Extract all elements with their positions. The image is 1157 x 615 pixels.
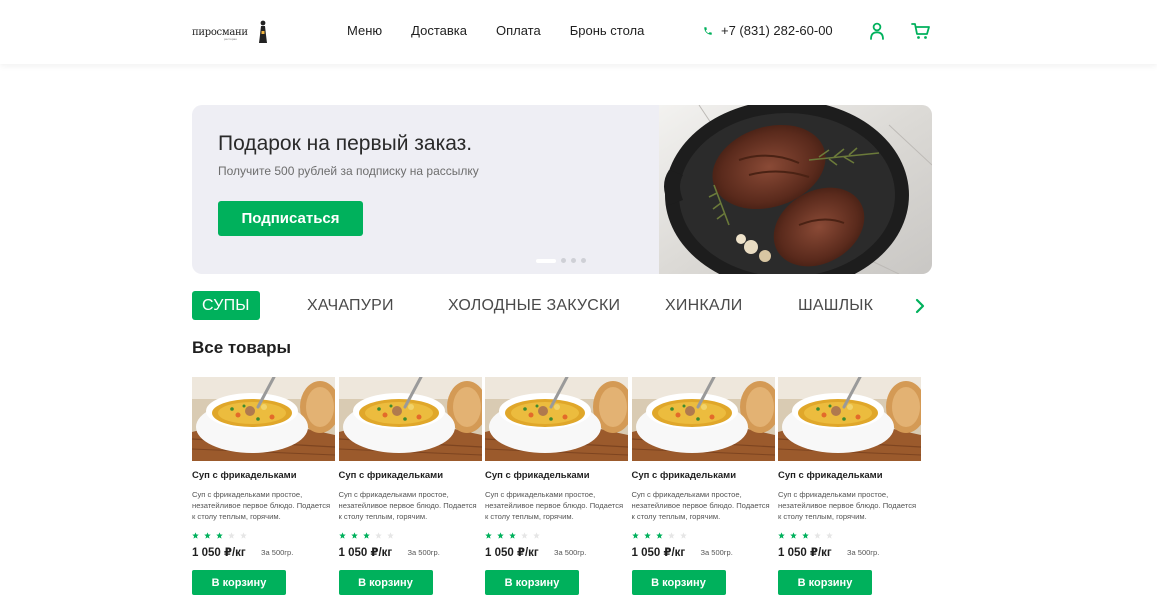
star-icon: [509, 532, 516, 539]
site-header: пиросмани ресторан Меню Доставка Оплата …: [0, 0, 1157, 64]
soup-image[interactable]: [338, 377, 482, 461]
star-icon: [790, 532, 797, 539]
star-icon: [374, 532, 382, 539]
soup-image[interactable]: [778, 377, 921, 461]
slider-dot[interactable]: [561, 258, 566, 263]
product-rating: [631, 532, 692, 539]
star-icon: [192, 532, 199, 539]
product-description: Суп с фрикадельками простое, незатейливо…: [338, 490, 477, 521]
product-price: 1 050 ₽/кг: [338, 547, 393, 559]
product-description: Суп с фрикадельками простое, незатейливо…: [778, 490, 917, 521]
product-weight: За 500гр.: [700, 548, 733, 557]
product-name[interactable]: Суп с фрикадельками: [339, 470, 444, 481]
star-icon: [362, 532, 370, 539]
star-icon: [643, 532, 651, 539]
product-weight: За 500гр.: [554, 548, 587, 557]
steak-pan-image: [659, 105, 932, 274]
product-price: 1 050 ₽/кг: [192, 547, 246, 559]
product-card: Суп с фрикадельками Суп с фрикадельками …: [338, 377, 482, 595]
star-icon: [485, 532, 492, 539]
product-weight: За 500гр.: [407, 548, 440, 557]
product-price: 1 050 ₽/кг: [485, 547, 539, 559]
product-rating: [778, 532, 838, 539]
product-card: Суп с фрикадельками Суп с фрикадельками …: [192, 377, 335, 595]
main-nav: Меню Доставка Оплата Бронь стола: [347, 23, 673, 38]
phone-icon: [704, 26, 712, 35]
product-card: Суп с фрикадельками Суп с фрикадельками …: [631, 377, 775, 595]
add-to-cart-button[interactable]: В корзину: [192, 570, 286, 595]
star-icon: [350, 532, 358, 539]
promo-banner: Подарок на первый заказ. Получите 500 ру…: [192, 105, 932, 274]
product-rating: [192, 532, 252, 539]
logo-subtitle: ресторан: [224, 37, 237, 41]
nav-item-delivery[interactable]: Доставка: [411, 23, 467, 38]
soup-image[interactable]: [485, 377, 628, 461]
star-icon: [240, 532, 247, 539]
nav-item-payment[interactable]: Оплата: [496, 23, 541, 38]
cart-icon[interactable]: [911, 22, 931, 40]
phone-link[interactable]: +7 (831) 282-60-00: [703, 23, 833, 38]
product-description: Суп с фрикадельками простое, незатейливо…: [192, 490, 331, 521]
product-description: Суп с фрикадельками простое, незатейливо…: [485, 490, 624, 521]
product-weight: За 500гр.: [847, 548, 880, 557]
star-icon: [802, 532, 809, 539]
product-card: Суп с фрикадельками Суп с фрикадельками …: [778, 377, 921, 595]
star-icon: [521, 532, 528, 539]
add-to-cart-button[interactable]: В корзину: [778, 570, 872, 595]
nav-item-menu[interactable]: Меню: [347, 23, 382, 38]
section-title: Все товары: [192, 338, 291, 357]
logo[interactable]: пиросмани ресторан: [192, 18, 270, 46]
slider-dot[interactable]: [571, 258, 576, 263]
product-name[interactable]: Суп с фрикадельками: [632, 470, 737, 481]
logo-figure-icon: [259, 20, 267, 43]
star-icon: [814, 532, 821, 539]
star-icon: [655, 532, 663, 539]
tab-khachapuri[interactable]: ХАЧАПУРИ: [307, 291, 394, 320]
phone-number: +7 (831) 282-60-00: [721, 23, 833, 38]
star-icon: [338, 532, 346, 539]
tab-shashlik[interactable]: ШАШЛЫК: [798, 291, 873, 320]
slider-dot[interactable]: [536, 258, 556, 263]
star-icon: [631, 532, 639, 539]
chevron-right-icon[interactable]: [915, 298, 925, 314]
logo-text: пиросмани: [192, 26, 248, 38]
product-rating: [485, 532, 545, 539]
slider-dots: [536, 258, 591, 263]
user-icon[interactable]: [869, 22, 885, 40]
product-rating: [338, 532, 399, 539]
star-icon: [533, 532, 540, 539]
star-icon: [778, 532, 785, 539]
star-icon: [204, 532, 211, 539]
tab-soups[interactable]: СУПЫ: [192, 291, 260, 320]
add-to-cart-button[interactable]: В корзину: [485, 570, 579, 595]
soup-image[interactable]: [192, 377, 335, 461]
nav-item-reservation[interactable]: Бронь стола: [570, 23, 645, 38]
star-icon: [667, 532, 675, 539]
slider-dot[interactable]: [581, 258, 586, 263]
product-weight: За 500гр.: [261, 548, 294, 557]
add-to-cart-button[interactable]: В корзину: [631, 570, 726, 595]
star-icon: [826, 532, 833, 539]
product-price: 1 050 ₽/кг: [778, 547, 832, 559]
star-icon: [679, 532, 687, 539]
star-icon: [497, 532, 504, 539]
product-description: Суп с фрикадельками простое, незатейливо…: [631, 490, 770, 521]
star-icon: [228, 532, 235, 539]
add-to-cart-button[interactable]: В корзину: [338, 570, 433, 595]
star-icon: [216, 532, 223, 539]
category-tabs: СУПЫ ХАЧАПУРИ ХОЛОДНЫЕ ЗАКУСКИ ХИНКАЛИ Ш…: [192, 291, 932, 321]
tab-khinkali[interactable]: ХИНКАЛИ: [665, 291, 742, 320]
banner-subtitle: Получите 500 рублей за подписку на рассы…: [218, 164, 479, 178]
product-price: 1 050 ₽/кг: [631, 547, 686, 559]
banner-title: Подарок на первый заказ.: [218, 132, 473, 155]
product-name[interactable]: Суп с фрикадельками: [192, 470, 297, 481]
star-icon: [386, 532, 394, 539]
tab-cold-appetizers[interactable]: ХОЛОДНЫЕ ЗАКУСКИ: [448, 291, 620, 320]
product-name[interactable]: Суп с фрикадельками: [485, 470, 590, 481]
product-name[interactable]: Суп с фрикадельками: [778, 470, 883, 481]
product-card: Суп с фрикадельками Суп с фрикадельками …: [485, 377, 628, 595]
subscribe-button[interactable]: Подписаться: [218, 201, 363, 236]
soup-image[interactable]: [631, 377, 775, 461]
